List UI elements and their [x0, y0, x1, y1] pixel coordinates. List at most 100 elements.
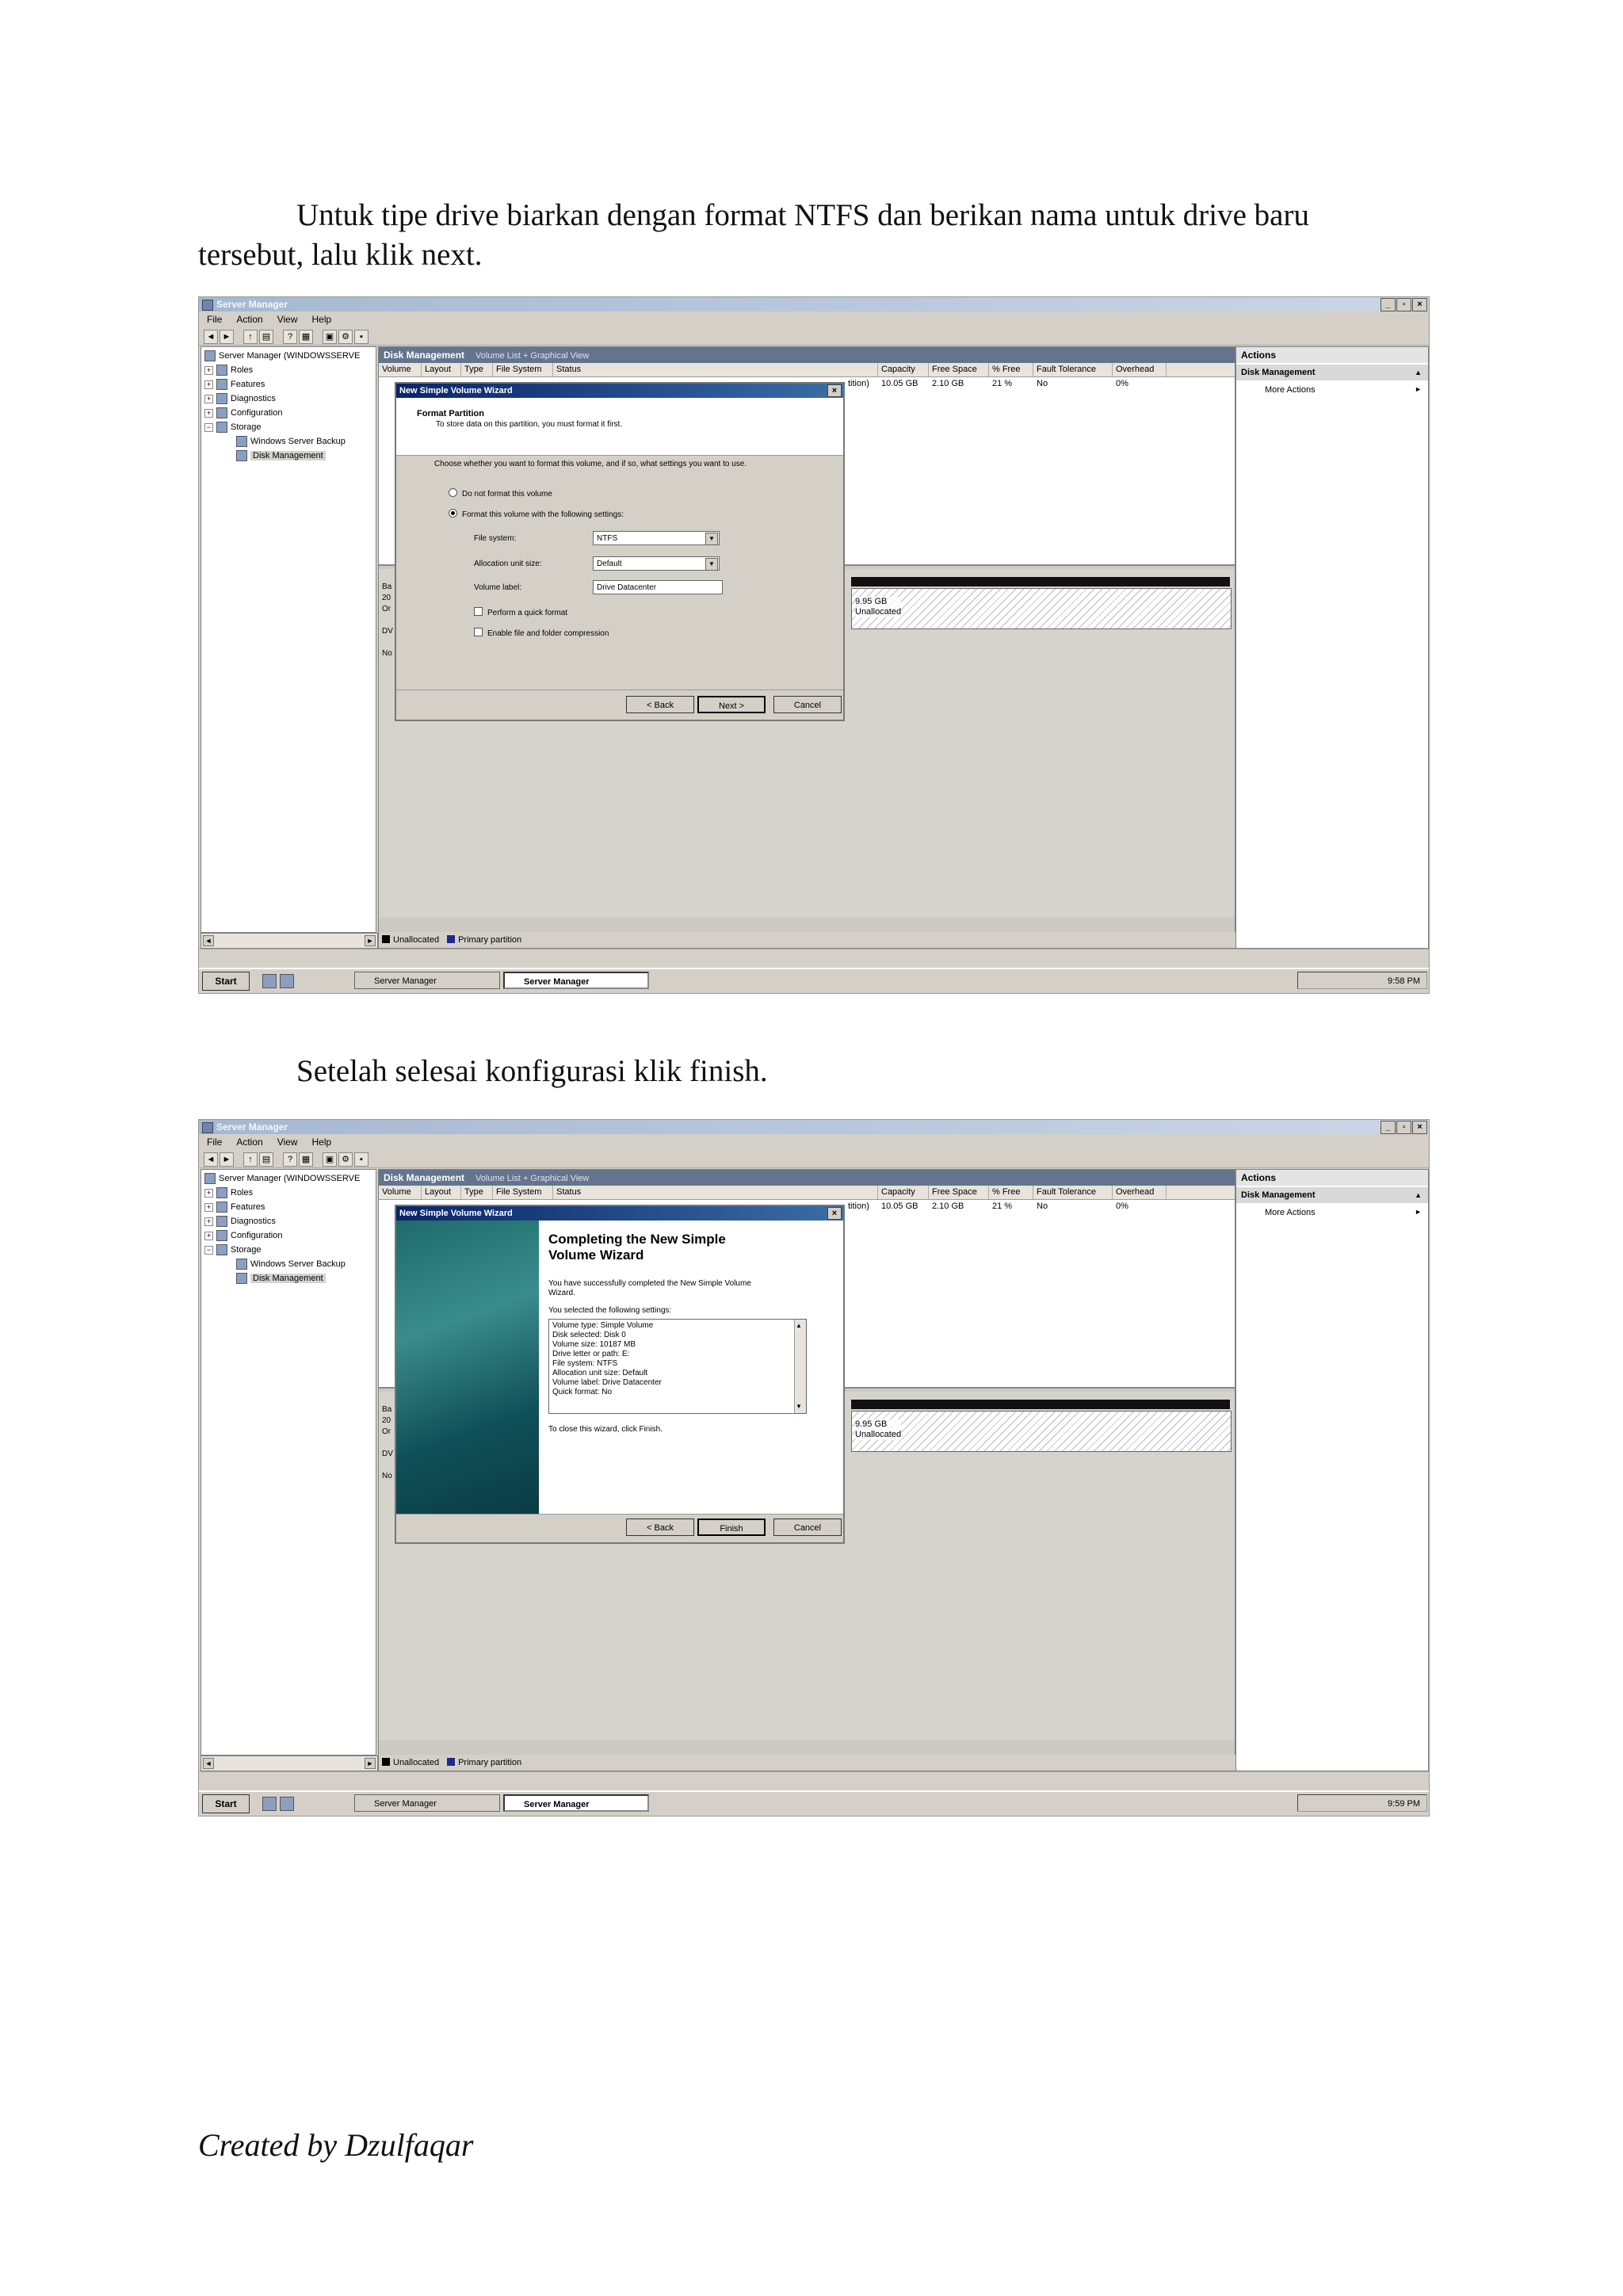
clock[interactable]: 9:59 PM — [1388, 1799, 1420, 1809]
file-system-select[interactable]: NTFS ▼ — [593, 531, 720, 545]
cancel-button[interactable]: Cancel — [773, 1519, 842, 1536]
expand-icon[interactable]: + — [204, 394, 213, 403]
option-do-not-format[interactable]: Do not format this volume — [449, 488, 552, 499]
close-icon[interactable]: × — [1412, 298, 1427, 311]
col-file-system[interactable]: File System — [493, 1186, 553, 1199]
tree-root[interactable]: Server Manager (WINDOWSSERVE — [204, 350, 360, 361]
tree-roles[interactable]: + Roles — [204, 365, 253, 376]
server-manager-quicklaunch-icon[interactable] — [262, 974, 277, 988]
back-arrow-icon[interactable]: ◄ — [204, 330, 218, 344]
tree-features[interactable]: + Features — [204, 379, 265, 390]
tree-diagnostics[interactable]: + Diagnostics — [204, 393, 276, 404]
compression-checkbox[interactable]: Enable file and folder compression — [474, 628, 609, 638]
collapse-up-icon[interactable]: ▲ — [1415, 365, 1422, 380]
tree-disk-management[interactable]: Disk Management — [236, 450, 326, 461]
col-overhead[interactable]: Overhead — [1113, 363, 1167, 376]
col-capacity[interactable]: Capacity — [878, 1186, 929, 1199]
scroll-left-icon[interactable]: ◄ — [203, 935, 214, 946]
up-folder-icon[interactable]: ↑ — [243, 1152, 258, 1167]
more-actions[interactable]: More Actions — [1265, 1208, 1316, 1217]
expand-icon[interactable]: + — [204, 380, 213, 389]
chevron-down-icon[interactable]: ▼ — [705, 533, 718, 545]
chevron-right-icon[interactable]: ► — [1415, 385, 1422, 393]
tree-configuration[interactable]: + Configuration — [204, 407, 282, 418]
option-format[interactable]: Format this volume with the following se… — [449, 509, 624, 519]
chevron-down-icon[interactable]: ▼ — [705, 558, 718, 571]
disk-icon[interactable]: ▪ — [354, 330, 369, 344]
tree-windows-server-backup[interactable]: Windows Server Backup — [236, 436, 346, 447]
show-tree-icon[interactable]: ▤ — [259, 330, 273, 344]
allocation-unit-select[interactable]: Default ▼ — [593, 556, 720, 571]
menu-view[interactable]: View — [277, 1134, 298, 1150]
show-desktop-icon[interactable] — [280, 1797, 294, 1811]
scroll-up-icon[interactable]: ▲ — [796, 1321, 802, 1331]
col-layout[interactable]: Layout — [422, 1186, 461, 1199]
tree-scrollbar[interactable]: ◄ ► — [200, 1755, 378, 1771]
chevron-right-icon[interactable]: ► — [1415, 1208, 1422, 1216]
taskbar-server-manager-1[interactable]: Server Manager — [354, 972, 500, 989]
properties-icon[interactable]: ▣ — [323, 330, 337, 344]
cancel-button[interactable]: Cancel — [773, 696, 842, 713]
checkbox-icon[interactable] — [474, 628, 483, 636]
scroll-right-icon[interactable]: ► — [365, 1758, 376, 1769]
col-pct-free[interactable]: % Free — [989, 1186, 1033, 1199]
radio-icon[interactable] — [449, 488, 457, 497]
start-button[interactable]: Start — [202, 1794, 250, 1813]
collapse-icon[interactable]: − — [204, 1245, 213, 1255]
minimize-icon[interactable]: _ — [1381, 1121, 1396, 1134]
menu-action[interactable]: Action — [236, 1134, 262, 1150]
settings-icon[interactable]: ⚙ — [338, 1152, 353, 1167]
settings-icon[interactable]: ⚙ — [338, 330, 353, 344]
back-button[interactable]: < Back — [626, 1519, 694, 1536]
show-tree-icon[interactable]: ▤ — [259, 1152, 273, 1167]
expand-icon[interactable]: + — [204, 1231, 213, 1240]
server-manager-quicklaunch-icon[interactable] — [262, 1797, 277, 1811]
col-pct-free[interactable]: % Free — [989, 363, 1033, 376]
tree-configuration[interactable]: + Configuration — [204, 1230, 282, 1241]
close-icon[interactable]: × — [827, 384, 842, 397]
expand-icon[interactable]: + — [204, 408, 213, 418]
col-free-space[interactable]: Free Space — [929, 1186, 989, 1199]
scroll-right-icon[interactable]: ► — [365, 935, 376, 946]
menu-help[interactable]: Help — [312, 311, 332, 327]
actions-section[interactable]: Disk Management ▲ — [1236, 1187, 1428, 1203]
col-status[interactable]: Status — [553, 1186, 878, 1199]
minimize-icon[interactable]: _ — [1381, 298, 1396, 311]
col-fault-tolerance[interactable]: Fault Tolerance — [1033, 363, 1113, 376]
clock[interactable]: 9:58 PM — [1388, 976, 1420, 986]
close-icon[interactable]: × — [827, 1207, 842, 1220]
checkbox-icon[interactable] — [474, 607, 483, 616]
radio-selected-icon[interactable] — [449, 509, 457, 518]
tree-roles[interactable]: + Roles — [204, 1187, 253, 1198]
collapse-up-icon[interactable]: ▲ — [1415, 1187, 1422, 1203]
tree-root[interactable]: Server Manager (WINDOWSSERVE — [204, 1173, 360, 1184]
tree-windows-server-backup[interactable]: Windows Server Backup — [236, 1259, 346, 1270]
col-type[interactable]: Type — [461, 363, 493, 376]
col-volume[interactable]: Volume — [379, 363, 422, 376]
close-icon[interactable]: × — [1412, 1121, 1427, 1134]
tree-storage[interactable]: − Storage — [204, 1244, 262, 1255]
actions-section[interactable]: Disk Management ▲ — [1236, 365, 1428, 380]
up-folder-icon[interactable]: ↑ — [243, 330, 258, 344]
menu-file[interactable]: File — [207, 311, 222, 327]
col-fault-tolerance[interactable]: Fault Tolerance — [1033, 1186, 1113, 1199]
settings-scrollbar[interactable]: ▲ ▼ — [794, 1320, 806, 1413]
col-capacity[interactable]: Capacity — [878, 363, 929, 376]
tree-features[interactable]: + Features — [204, 1201, 265, 1213]
console-icon[interactable]: ▦ — [299, 330, 313, 344]
show-desktop-icon[interactable] — [280, 974, 294, 988]
forward-arrow-icon[interactable]: ► — [220, 330, 234, 344]
expand-icon[interactable]: + — [204, 1188, 213, 1198]
next-button[interactable]: Next > — [697, 696, 766, 713]
menu-view[interactable]: View — [277, 311, 298, 327]
help-icon[interactable]: ? — [283, 1152, 297, 1167]
expand-icon[interactable]: + — [204, 365, 213, 375]
scroll-down-icon[interactable]: ▼ — [796, 1402, 802, 1412]
tree-storage[interactable]: − Storage — [204, 422, 262, 433]
more-actions[interactable]: More Actions — [1265, 385, 1316, 395]
taskbar-server-manager-1[interactable]: Server Manager — [354, 1794, 500, 1812]
expand-icon[interactable]: + — [204, 1217, 213, 1226]
col-volume[interactable]: Volume — [379, 1186, 422, 1199]
settings-list[interactable]: Volume type: Simple Volume Disk selected… — [548, 1319, 807, 1414]
menu-action[interactable]: Action — [236, 311, 262, 327]
